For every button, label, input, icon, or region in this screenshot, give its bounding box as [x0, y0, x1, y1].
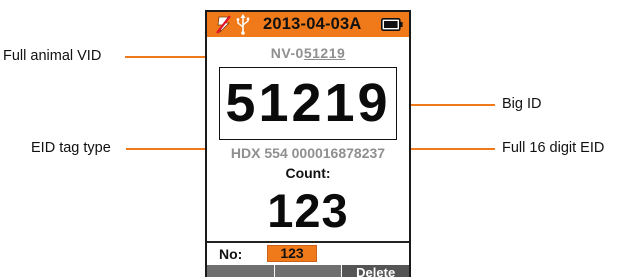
- delete-softkey[interactable]: Delete: [342, 265, 409, 277]
- count-value: 123: [267, 184, 349, 237]
- eid-display: HDX 554 000016878237: [230, 145, 386, 161]
- no-value-field[interactable]: 123: [267, 245, 317, 262]
- big-id-display: 51219: [219, 67, 397, 140]
- battery-icon: [381, 18, 403, 31]
- vid-underlined: 51219: [303, 45, 346, 61]
- count-label: Count:: [285, 165, 331, 181]
- vid-prefix: NV-0: [270, 45, 304, 61]
- date-display: 2013-04-03A: [263, 15, 362, 33]
- device-screen: 2013-04-03A NV-051219 51219 HDX 554 0000…: [205, 10, 411, 277]
- status-bar: 2013-04-03A: [207, 12, 409, 37]
- softkey-2[interactable]: [274, 265, 343, 277]
- no-connection-icon: [216, 15, 231, 34]
- divider: [207, 241, 409, 243]
- label-eid-tag-type: EID tag type: [31, 140, 111, 156]
- label-full-16-digit-eid: Full 16 digit EID: [502, 140, 605, 156]
- label-big-id: Big ID: [502, 96, 542, 112]
- no-label: No:: [219, 246, 243, 262]
- softkey-1[interactable]: [207, 265, 275, 277]
- softkey-bar: Delete: [207, 265, 409, 277]
- animal-vid: NV-051219: [207, 45, 409, 62]
- usb-icon: [236, 14, 250, 35]
- label-full-animal-vid: Full animal VID: [3, 48, 102, 64]
